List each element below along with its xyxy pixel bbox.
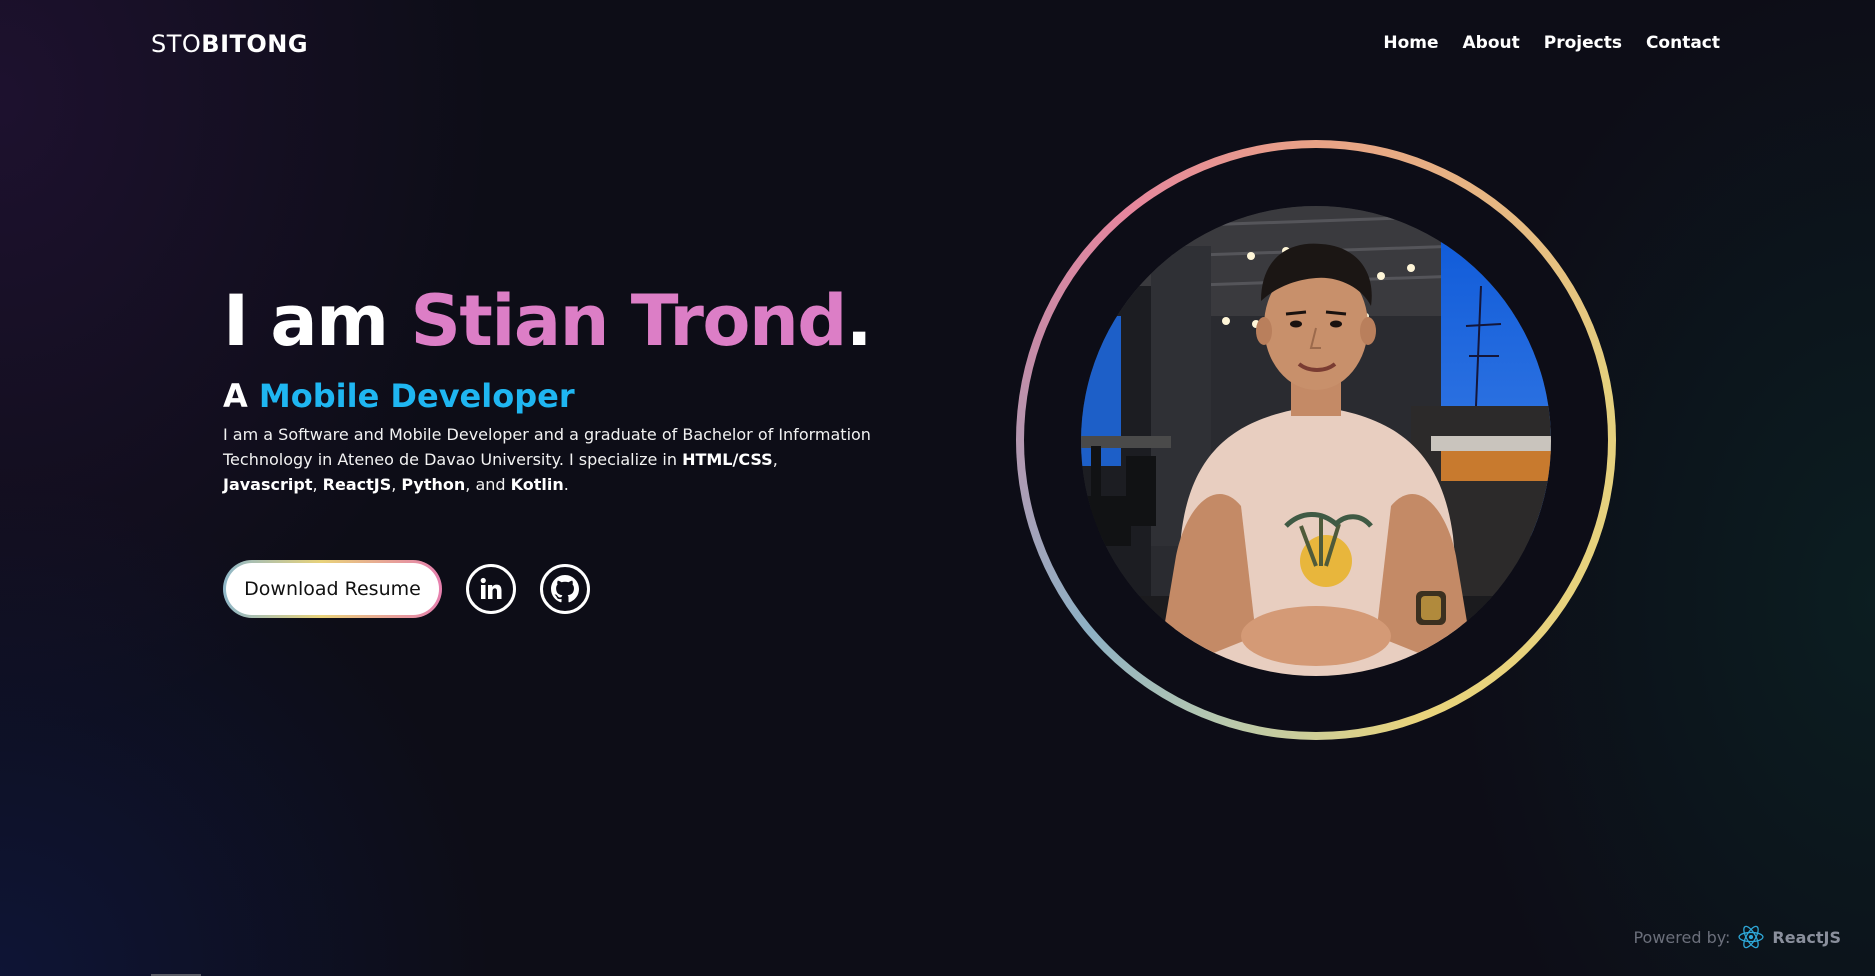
logo-bold-text: BITONG xyxy=(201,30,309,58)
hero-greeting: I am xyxy=(223,280,411,362)
hero-period: . xyxy=(845,280,873,362)
linkedin-button[interactable] xyxy=(466,564,516,614)
nav-home-link[interactable]: Home xyxy=(1383,30,1438,56)
github-button[interactable] xyxy=(540,564,590,614)
hero-section: I am Stian Trond. A Mobile Developer I a… xyxy=(223,280,903,497)
hero-bio: I am a Software and Mobile Developer and… xyxy=(223,422,873,497)
hero-role: Mobile Developer xyxy=(258,377,575,415)
skill-python: Python xyxy=(401,475,466,494)
skill-html-css: HTML/CSS xyxy=(682,450,773,469)
hero-title: I am Stian Trond. xyxy=(223,280,903,362)
bio-end: . xyxy=(563,475,569,494)
download-resume-label: Download Resume xyxy=(226,563,439,615)
powered-by-label: Powered by: xyxy=(1633,927,1731,947)
hero-subtitle: A Mobile Developer xyxy=(223,376,903,416)
profile-photo xyxy=(1081,206,1551,676)
nav-contact-link[interactable]: Contact xyxy=(1646,30,1720,56)
site-logo[interactable]: STOBITONG xyxy=(151,28,308,60)
page: STOBITONG Home About Projects Contact I … xyxy=(0,0,1875,976)
nav-projects-link[interactable]: Projects xyxy=(1544,30,1622,56)
powered-by: Powered by: ReactJS xyxy=(1633,925,1841,949)
react-icon xyxy=(1738,925,1764,949)
skill-kotlin: Kotlin xyxy=(510,475,564,494)
subtitle-prefix: A xyxy=(223,377,259,415)
hero-name: Stian Trond xyxy=(410,280,847,362)
powered-by-brand: ReactJS xyxy=(1772,927,1841,947)
nav-about-link[interactable]: About xyxy=(1463,30,1520,56)
download-resume-button[interactable]: Download Resume xyxy=(223,560,442,618)
skill-javascript: Javascript xyxy=(223,475,313,494)
main-nav: Home About Projects Contact xyxy=(1383,30,1720,56)
hero-actions: Download Resume xyxy=(223,560,590,618)
logo-light-text: STO xyxy=(151,30,202,58)
bio-separator: , xyxy=(312,475,323,494)
github-icon xyxy=(551,575,579,603)
profile-photo-illustration xyxy=(1081,206,1551,676)
skill-reactjs: ReactJS xyxy=(322,475,392,494)
bio-separator: , xyxy=(391,475,402,494)
bio-separator: , xyxy=(772,450,778,469)
linkedin-icon xyxy=(480,577,502,599)
bio-separator: , and xyxy=(465,475,511,494)
